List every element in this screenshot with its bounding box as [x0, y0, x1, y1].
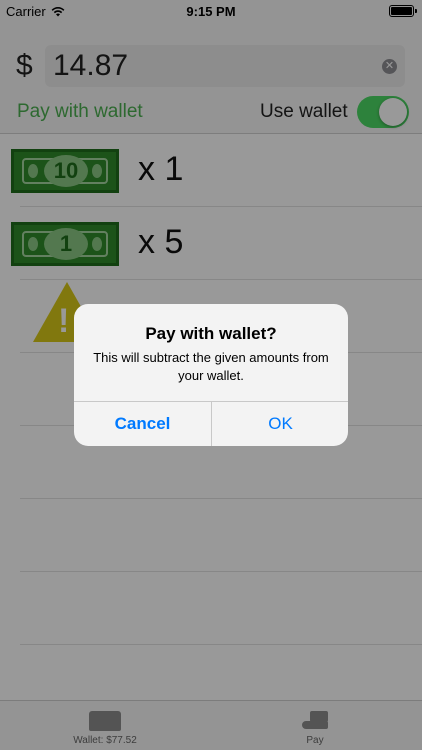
cancel-button[interactable]: Cancel — [74, 402, 211, 446]
ok-button[interactable]: OK — [212, 402, 348, 446]
alert-title: Pay with wallet? — [145, 324, 277, 343]
confirm-alert: Pay with wallet? This will subtract the … — [74, 304, 348, 446]
alert-message: This will subtract the given amounts fro… — [93, 350, 329, 383]
